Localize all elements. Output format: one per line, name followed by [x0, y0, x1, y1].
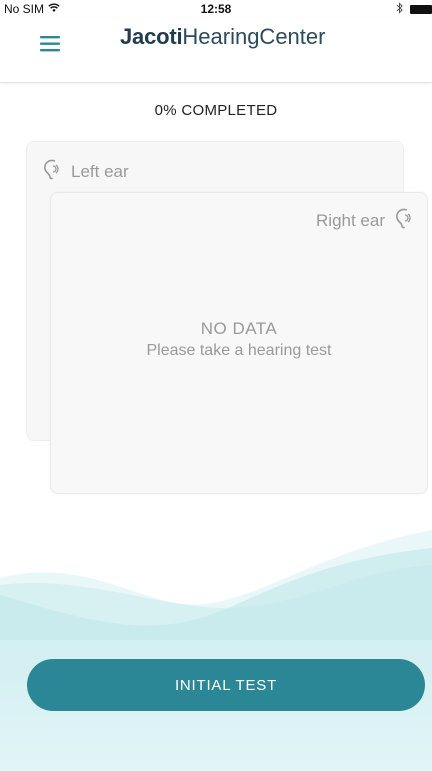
hamburger-menu-icon[interactable] — [40, 34, 66, 56]
ear-icon — [393, 207, 415, 234]
app-title: JacotiHearingCenter — [120, 24, 325, 50]
no-data-title: NO DATA — [200, 319, 278, 338]
ear-icon — [41, 158, 63, 185]
battery-icon — [410, 5, 432, 14]
progress-label: 0% COMPLETED — [154, 102, 278, 119]
no-data-subtitle: Please take a hearing test — [146, 342, 332, 359]
right-ear-header: Right ear — [316, 207, 415, 234]
app-title-light: HearingCenter — [182, 24, 326, 49]
status-right — [396, 2, 432, 17]
no-data-message: NO DATA Please take a hearing test — [51, 319, 427, 360]
left-ear-header: Left ear — [41, 158, 129, 185]
background-waves — [0, 530, 432, 771]
left-ear-label: Left ear — [71, 161, 129, 181]
status-time: 12:58 — [200, 2, 232, 16]
right-ear-card[interactable]: Right ear NO DATA Please take a hearing … — [50, 192, 428, 494]
status-bar: No SIM 12:58 — [0, 0, 432, 18]
app-screen: No SIM 12:58 JacotiHearingCenter 0% COMP… — [0, 0, 432, 771]
initial-test-button[interactable]: INITIAL TEST — [27, 659, 425, 711]
app-title-bold: Jacoti — [120, 24, 183, 49]
right-ear-label: Right ear — [316, 210, 385, 230]
bluetooth-icon — [396, 2, 404, 17]
